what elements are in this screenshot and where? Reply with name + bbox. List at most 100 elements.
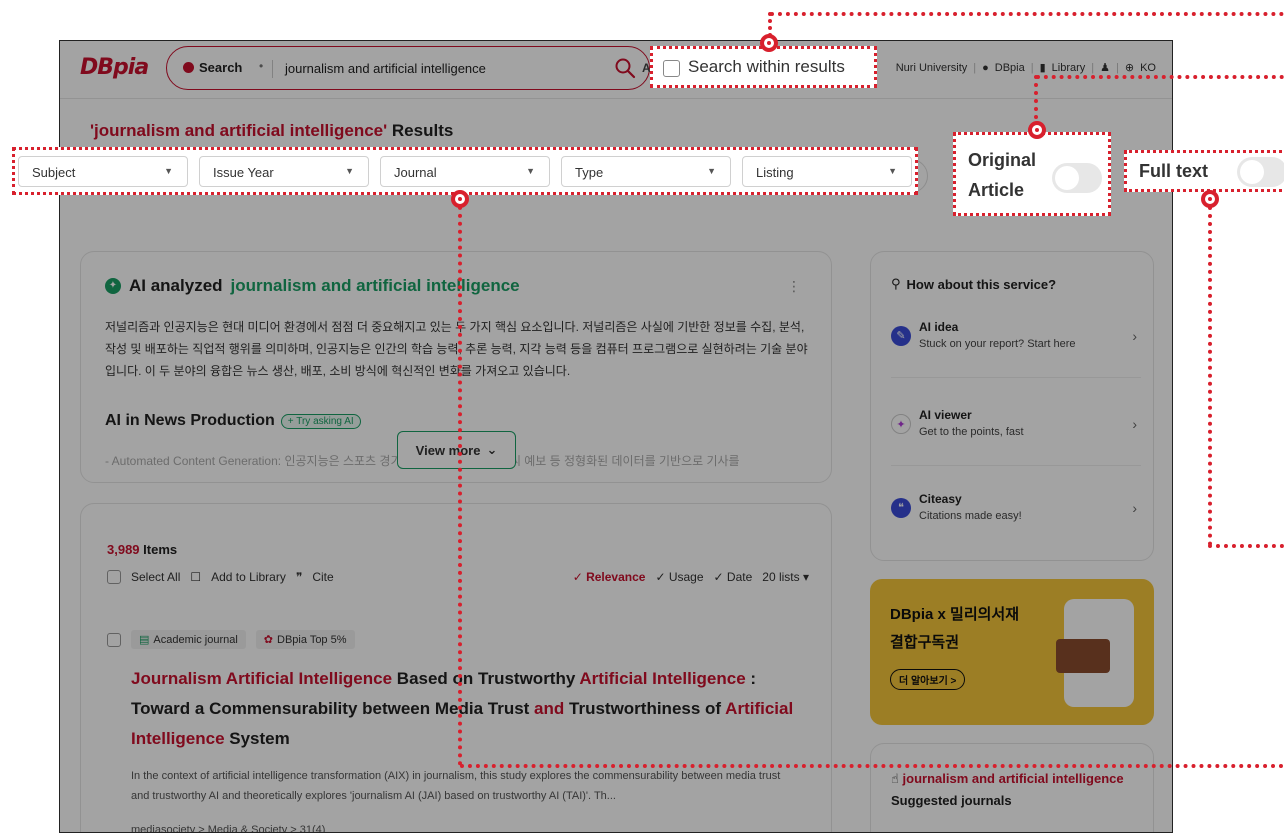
- full-text-toggle[interactable]: [1237, 157, 1284, 187]
- suggested-journals-card: ☝ journalism and artificial intelligence…: [870, 743, 1154, 832]
- full-text-label: Full text: [1139, 161, 1209, 181]
- result-title-link[interactable]: Journalism Artificial Intelligence Based…: [131, 664, 811, 754]
- result-actions: Select All ☐ Add to Library ❞ Cite: [107, 570, 334, 584]
- bell-icon[interactable]: ♟: [1100, 61, 1110, 74]
- award-icon: ✿: [263, 634, 273, 646]
- title-fragment: Journalism Artificial Intelligence: [131, 669, 393, 688]
- sort-date[interactable]: ✓ Date: [714, 570, 753, 584]
- caret-down-icon: ▼: [707, 166, 716, 176]
- nav-separator: |: [1091, 61, 1095, 74]
- listing-dropdown[interactable]: Listing ▼: [742, 156, 912, 187]
- title-fragment: Trustworthiness of: [564, 699, 726, 718]
- chevron-down-icon: ⌄: [486, 442, 498, 457]
- title-fragment: and: [534, 699, 565, 718]
- subject-dropdown[interactable]: Subject ▼: [18, 156, 188, 187]
- annotation-pin: [1028, 121, 1046, 139]
- quote-icon: ❞: [295, 570, 303, 584]
- ai-badge-icon: ✦: [105, 278, 121, 294]
- nav-dbpia[interactable]: DBpia: [995, 62, 1025, 74]
- search-scope-icon: [183, 62, 194, 73]
- search-icon[interactable]: [613, 56, 637, 80]
- caret-down-icon: ▼: [526, 166, 535, 176]
- top-header: DBpia Search • journalism and artificial…: [60, 41, 1172, 99]
- banner-learn-more-button[interactable]: 더 알아보기 >: [890, 669, 966, 690]
- annotation-pin: [1201, 190, 1219, 208]
- search-within-checkbox[interactable]: [663, 60, 680, 77]
- library-icon: ▮: [1039, 62, 1046, 74]
- results-card: 3,989 Items Select All ☐ Add to Library …: [80, 503, 832, 832]
- search-within-results-popup[interactable]: Search within results: [650, 46, 877, 88]
- academic-journal-tag: ▤ Academic journal: [131, 630, 246, 649]
- search-input[interactable]: journalism and artificial intelligence: [285, 61, 486, 76]
- select-all-label[interactable]: Select All: [131, 570, 180, 584]
- try-asking-ai-button[interactable]: + Try asking AI: [280, 413, 361, 429]
- service-card: ⚲ How about this service? ✎ AI idea Stuck…: [870, 251, 1154, 561]
- service-item-ai-idea[interactable]: ✎ AI idea Stuck on your report? Start he…: [891, 316, 1141, 378]
- connector-line: [770, 12, 1284, 16]
- full-text-popup: Full text: [1124, 150, 1284, 192]
- service-item-citeasy[interactable]: ❝ Citeasy Citations made easy! ›: [891, 488, 1141, 550]
- toggle-knob: [1240, 160, 1264, 184]
- dbpia-logo[interactable]: DBpia: [80, 55, 149, 80]
- item-checkbox[interactable]: [107, 632, 121, 647]
- nav-library[interactable]: Library: [1052, 62, 1086, 74]
- promo-banner[interactable]: DBpia x 밀리의서재 결합구독권 더 알아보기 >: [870, 579, 1154, 725]
- globe-icon: ⊕: [1124, 62, 1135, 74]
- journal-dropdown[interactable]: Journal ▼: [380, 156, 550, 187]
- original-article-label: Original Article: [968, 150, 1037, 200]
- page-title: 'journalism and artificial intelligence'…: [90, 121, 453, 141]
- add-library-button[interactable]: Add to Library: [211, 570, 286, 584]
- type-dropdown[interactable]: Type ▼: [561, 156, 731, 187]
- top-badge: ✿ DBpia Top 5%: [255, 630, 355, 649]
- caret-down-icon: ▼: [345, 166, 354, 176]
- service-item-ai-viewer[interactable]: ✦ AI viewer Get to the points, fast ›: [891, 404, 1141, 466]
- sort-relevance[interactable]: ✓ Relevance: [573, 570, 646, 584]
- title-fragment: Artificial Intelligence: [579, 669, 746, 688]
- toggle-knob: [1055, 166, 1079, 190]
- annotation-pin: [760, 34, 778, 52]
- cite-button[interactable]: Cite: [312, 570, 333, 584]
- book-illustration: [1056, 639, 1110, 673]
- title-fragment: Based on Trustworthy: [392, 669, 580, 688]
- ai-idea-icon: ✎: [891, 326, 911, 346]
- nav-separator: |: [1116, 61, 1119, 74]
- ai-subheading: AI in News Production + Try asking AI: [105, 412, 361, 430]
- nav-university[interactable]: Nuri University: [896, 62, 968, 74]
- list-count-select[interactable]: 20 lists ▾: [762, 570, 809, 584]
- search-scope-selector[interactable]: Search: [183, 60, 242, 75]
- select-all-checkbox[interactable]: [107, 570, 121, 584]
- sort-usage[interactable]: ✓ Usage: [655, 570, 703, 584]
- journal-icon: ▤: [139, 634, 150, 646]
- view-more-button[interactable]: View more ⌄: [397, 431, 516, 469]
- search-box[interactable]: Search • journalism and artificial intel…: [166, 46, 650, 90]
- result-item-tags: ▤ Academic journal ✿ DBpia Top 5%: [107, 630, 355, 649]
- result-breadcrumb[interactable]: mediasociety > Media & Society > 31(4): [131, 824, 325, 832]
- nav-lang[interactable]: KO: [1140, 62, 1156, 74]
- title-suffix: Results: [387, 121, 454, 140]
- connector-line: [1208, 544, 1284, 548]
- nav-right: Nuri University | ● DBpia | ▮ Library | …: [896, 61, 1156, 75]
- connector-line: [458, 198, 462, 766]
- caret-down-icon: ▼: [164, 166, 173, 176]
- chevron-right-icon: ›: [1132, 500, 1137, 516]
- chevron-right-icon: ›: [1132, 328, 1137, 344]
- nav-separator: |: [973, 61, 977, 74]
- issue-year-dropdown[interactable]: Issue Year ▼: [199, 156, 369, 187]
- original-article-popup: Original Article: [953, 132, 1111, 216]
- hand-icon: ☝: [891, 771, 903, 786]
- more-options-icon[interactable]: ⋮: [787, 278, 801, 295]
- search-within-label: Search within results: [688, 57, 845, 76]
- user-icon: ●: [982, 61, 989, 74]
- citeasy-icon: ❝: [891, 498, 911, 518]
- original-article-toggle[interactable]: [1052, 163, 1102, 193]
- title-keyword: 'journalism and artificial intelligence': [90, 121, 388, 140]
- banner-subtitle: 결합구독권: [890, 634, 960, 651]
- bookmark-icon: ☐: [190, 570, 202, 584]
- ai-viewer-icon: ✦: [891, 414, 911, 434]
- result-count: 3,989 Items: [107, 542, 178, 557]
- chevron-right-icon: ›: [1132, 416, 1137, 432]
- connector-line: [460, 764, 1284, 768]
- caret-down-icon: ▼: [888, 166, 897, 176]
- sort-options: ✓ Relevance ✓ Usage ✓ Date 20 lists ▾: [573, 570, 809, 584]
- result-abstract: In the context of artificial intelligenc…: [131, 770, 781, 802]
